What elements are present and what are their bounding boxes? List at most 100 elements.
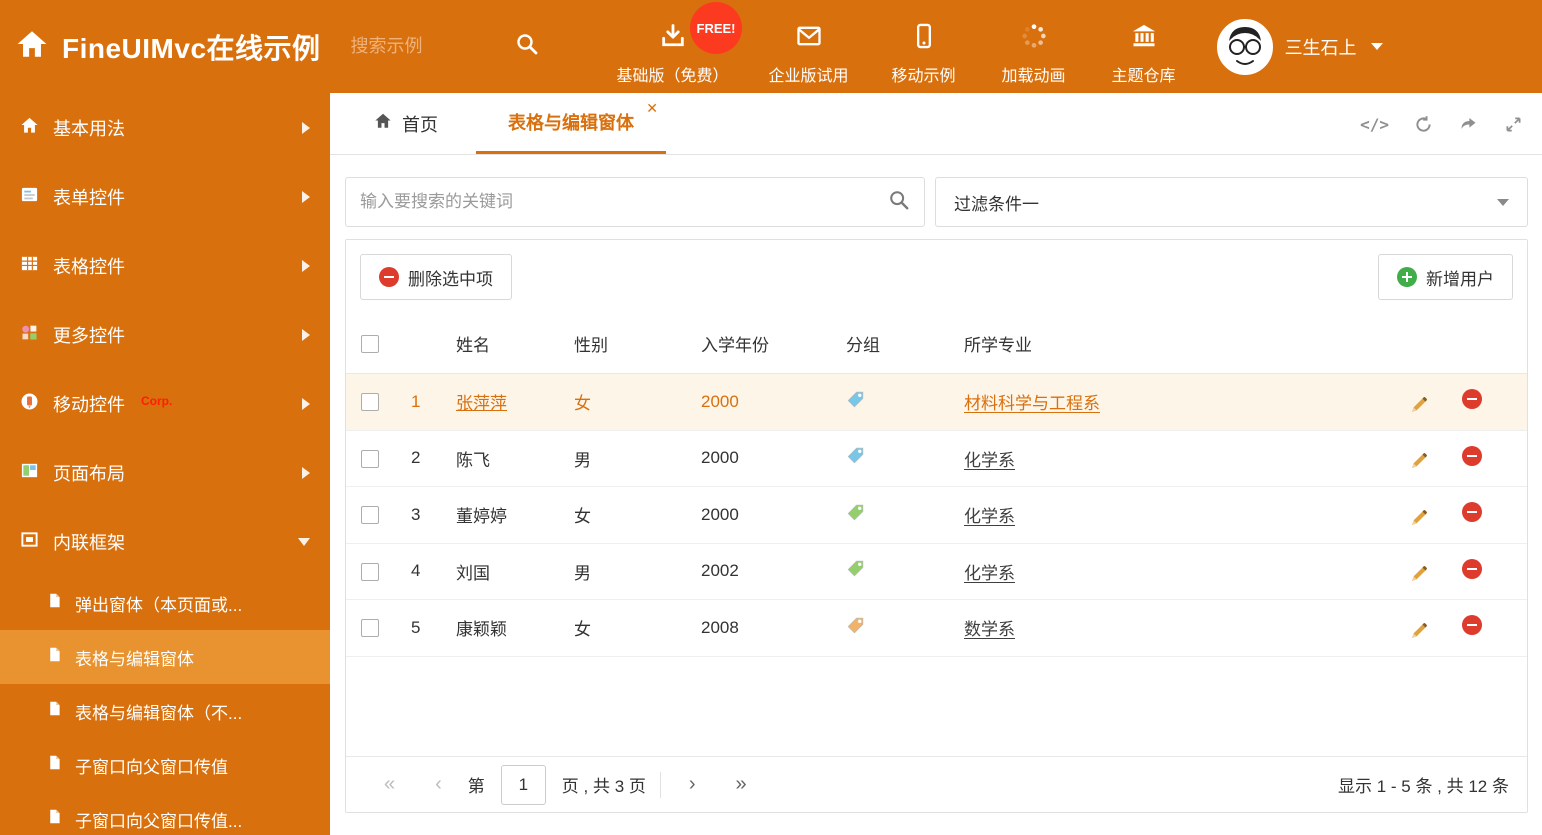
delete-row-icon[interactable] [1462, 615, 1483, 636]
major-link[interactable]: 化学系 [964, 451, 1015, 470]
sidebar-item-label: 表格控件 [53, 256, 125, 277]
nav-enterprise-trial[interactable]: 企业版试用 [769, 22, 849, 86]
major-link[interactable]: 材料科学与工程系 [964, 394, 1100, 413]
sidebar-item-more-controls[interactable]: 更多控件 [0, 300, 330, 369]
student-name: 董婷婷 [456, 507, 507, 527]
mobile-icon [910, 22, 938, 55]
keyword-search-input[interactable] [360, 192, 888, 212]
chevron-down-icon [298, 537, 310, 546]
sidebar-item-grid-controls[interactable]: 表格控件 [0, 231, 330, 300]
sidebar-item-inline-frame[interactable]: 内联框架 [0, 507, 330, 576]
header-search-input[interactable] [350, 36, 501, 57]
students-table: 姓名 性别 入学年份 分组 所学专业 1 张萍萍 女 2000 材料科学与工程系… [346, 314, 1527, 657]
table-row[interactable]: 1 张萍萍 女 2000 材料科学与工程系 [346, 373, 1527, 431]
edit-icon[interactable] [1409, 621, 1429, 641]
sidebar-item-form-controls[interactable]: 表单控件 [0, 162, 330, 231]
row-checkbox[interactable] [361, 449, 379, 468]
form-icon [20, 185, 39, 209]
search-icon[interactable] [515, 32, 539, 61]
entry-year: 2008 [701, 599, 846, 657]
nav-theme-repo[interactable]: 主题仓库 [1109, 22, 1179, 86]
user-menu[interactable]: 三生石上 [1216, 18, 1383, 75]
edit-icon[interactable] [1409, 564, 1429, 584]
view-source-icon[interactable]: </> [1360, 115, 1389, 134]
sidebar-subitem-grid-edit-window-2[interactable]: 表格与编辑窗体（不... [0, 684, 330, 738]
edit-icon[interactable] [1409, 508, 1429, 528]
major-link[interactable]: 化学系 [964, 564, 1015, 583]
row-checkbox[interactable] [361, 619, 379, 638]
sidebar-subitem-popup-window[interactable]: 弹出窗体（本页面或... [0, 576, 330, 630]
column-header[interactable]: 入学年份 [701, 314, 846, 374]
sidebar-item-label: 移动控件 [53, 394, 125, 415]
column-header[interactable]: 姓名 [456, 314, 574, 374]
tab-bar: 首页 表格与编辑窗体 ✕ </> [330, 93, 1542, 155]
table-row[interactable]: 3 董婷婷 女 2000 化学系 [346, 486, 1527, 544]
top-header: FineUIMvc在线示例 FREE! 基础版（免费） 企业版试用 移动示例 [0, 0, 1542, 93]
student-gender: 女 [574, 599, 701, 657]
student-gender: 女 [574, 486, 701, 544]
row-checkbox[interactable] [361, 506, 379, 525]
delete-row-icon[interactable] [1462, 558, 1483, 579]
last-page-icon[interactable]: » [716, 773, 767, 796]
entry-year: 2000 [701, 373, 846, 431]
fullscreen-icon[interactable] [1503, 114, 1524, 135]
search-icon[interactable] [888, 189, 910, 216]
tab-home[interactable]: 首页 [348, 93, 464, 154]
delete-row-icon[interactable] [1462, 389, 1483, 409]
major-link[interactable]: 化学系 [964, 507, 1015, 526]
column-header[interactable]: 所学专业 [964, 314, 1409, 374]
nav-label: 基础版（免费） [616, 67, 729, 85]
next-page-icon[interactable]: › [669, 773, 716, 796]
nav-loading-animation[interactable]: 加载动画 [999, 22, 1069, 86]
home-icon [20, 116, 39, 140]
entry-year: 2000 [701, 430, 846, 488]
delete-selected-button[interactable]: 删除选中项 [360, 254, 512, 300]
chevron-right-icon [302, 190, 310, 203]
table-row[interactable]: 5 康颖颖 女 2008 数学系 [346, 599, 1527, 657]
page-icon [46, 700, 63, 722]
column-header[interactable]: 分组 [846, 314, 964, 374]
table-row[interactable]: 4 刘国 男 2002 化学系 [346, 543, 1527, 601]
select-all-checkbox[interactable] [361, 335, 379, 354]
row-checkbox[interactable] [361, 393, 379, 412]
table-header-row: 姓名 性别 入学年份 分组 所学专业 [346, 314, 1527, 374]
add-user-button[interactable]: 新增用户 [1378, 254, 1513, 300]
filter-dropdown[interactable]: 过滤条件一 [935, 177, 1528, 227]
table-row[interactable]: 2 陈飞 男 2000 化学系 [346, 430, 1527, 488]
sidebar-subitem-grid-edit-window[interactable]: 表格与编辑窗体 [0, 630, 330, 684]
chevron-right-icon [302, 397, 310, 410]
edit-icon[interactable] [1409, 395, 1429, 415]
delete-row-icon[interactable] [1462, 445, 1483, 466]
minus-circle-icon [379, 267, 399, 287]
close-tab-icon[interactable]: ✕ [646, 101, 658, 115]
major-link[interactable]: 数学系 [964, 620, 1015, 639]
edit-icon[interactable] [1409, 451, 1429, 471]
chevron-right-icon [302, 259, 310, 272]
logo[interactable]: FineUIMvc在线示例 [0, 27, 321, 67]
sidebar-item-mobile-controls[interactable]: 移动控件 Corp. [0, 369, 330, 438]
sidebar-subitem-child-to-parent[interactable]: 子窗口向父窗口传值 [0, 738, 330, 792]
nav-label: 加载动画 [1001, 67, 1066, 85]
sidebar-item-page-layout[interactable]: 页面布局 [0, 438, 330, 507]
tab-grid-edit-window[interactable]: 表格与编辑窗体 ✕ [476, 93, 666, 154]
sidebar-item-label: 更多控件 [53, 325, 125, 346]
sidebar-subitem-child-to-parent-2[interactable]: 子窗口向父窗口传值... [0, 792, 330, 835]
filter-row: 过滤条件一 [345, 177, 1528, 227]
nav-mobile-demo[interactable]: 移动示例 [889, 22, 959, 86]
row-number: 4 [411, 543, 456, 601]
button-label: 删除选中项 [408, 269, 493, 289]
user-name: 三生石上 [1284, 37, 1357, 58]
prev-page-icon[interactable]: ‹ [415, 773, 462, 796]
spinner-icon [1020, 22, 1048, 55]
column-header[interactable]: 性别 [574, 314, 701, 374]
delete-row-icon[interactable] [1462, 502, 1483, 523]
sidebar-item-basic-usage[interactable]: 基本用法 [0, 93, 330, 162]
student-gender: 女 [574, 373, 701, 431]
open-new-window-icon[interactable] [1458, 114, 1479, 135]
row-checkbox[interactable] [361, 562, 379, 581]
row-number: 2 [411, 430, 456, 488]
refresh-icon[interactable] [1413, 114, 1434, 135]
first-page-icon[interactable]: « [364, 773, 415, 796]
page-number-input[interactable] [500, 764, 546, 805]
chevron-down-icon [1497, 198, 1509, 206]
